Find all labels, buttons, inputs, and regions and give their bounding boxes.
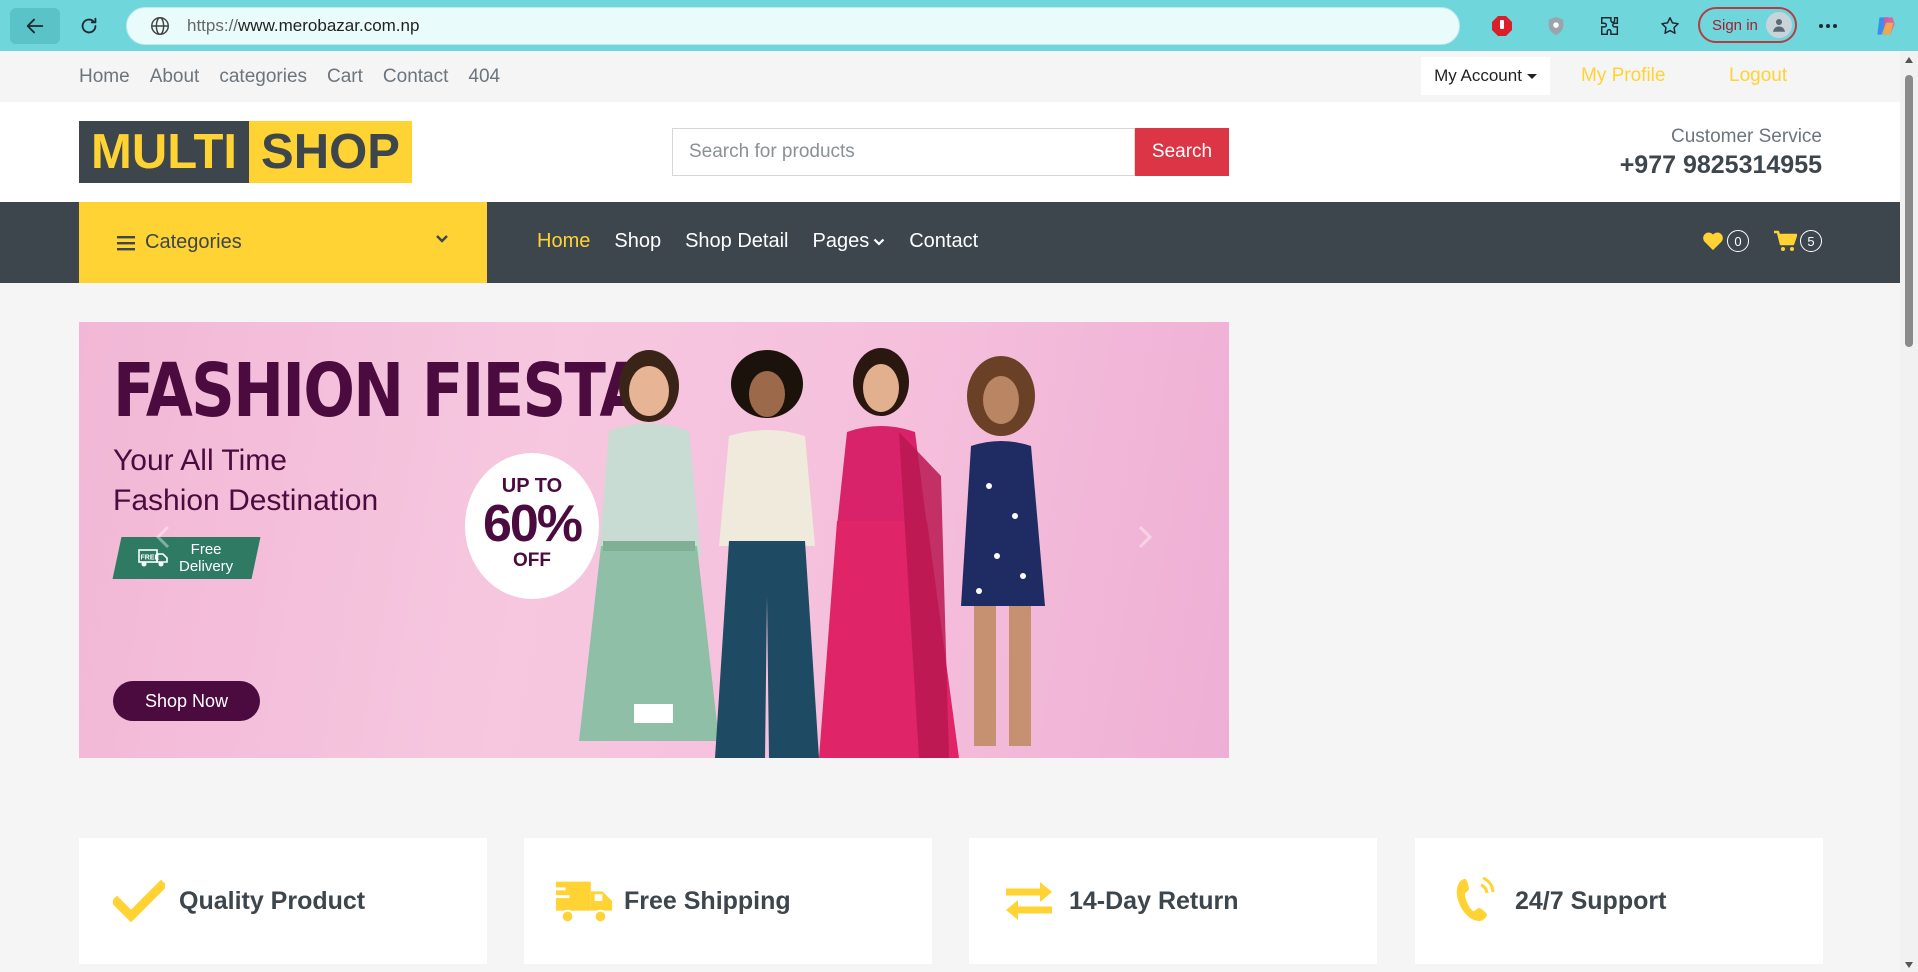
top-bar: Home About categories Cart Contact 404 M… bbox=[0, 51, 1900, 102]
chevron-down-icon bbox=[873, 238, 885, 246]
site-logo[interactable]: MULTI SHOP bbox=[79, 121, 412, 183]
top-links: Home About categories Cart Contact 404 bbox=[79, 66, 500, 88]
scroll-thumb[interactable] bbox=[1905, 75, 1913, 347]
avatar bbox=[1766, 12, 1792, 38]
feature-label: 14-Day Return bbox=[1069, 886, 1239, 915]
customer-service-label: Customer Service bbox=[1671, 126, 1822, 147]
banner-headline: FASHION FIESTA bbox=[113, 348, 647, 434]
phone-volume-icon bbox=[1456, 876, 1495, 921]
my-profile-link[interactable]: My Profile bbox=[1581, 65, 1665, 87]
favorites-icon[interactable] bbox=[1656, 12, 1684, 40]
chevron-down-icon bbox=[436, 235, 448, 243]
shop-now-button[interactable]: Shop Now bbox=[113, 681, 260, 721]
banner-subtitle-line1: Your All Time bbox=[113, 444, 287, 477]
reload-icon bbox=[81, 17, 97, 34]
sign-in-button[interactable]: Sign in bbox=[1698, 7, 1797, 43]
my-account-label: My Account bbox=[1434, 66, 1522, 85]
top-link-home[interactable]: Home bbox=[79, 66, 130, 88]
heart-icon bbox=[1703, 232, 1723, 251]
cart-link[interactable]: 5 bbox=[1773, 230, 1822, 252]
feature-free-shipping: Free Shipping bbox=[524, 838, 932, 964]
svg-text:FREE: FREE bbox=[141, 555, 160, 562]
categories-toggle[interactable]: Categories bbox=[79, 202, 487, 283]
carousel-indicator-active[interactable] bbox=[634, 704, 673, 723]
search-form: Search bbox=[672, 128, 1229, 176]
banner-subtitle: Your All Time Fashion Destination bbox=[113, 441, 378, 521]
shield-extension-icon[interactable] bbox=[1542, 12, 1570, 40]
scroll-up-arrow-icon[interactable] bbox=[1905, 57, 1913, 63]
more-options-icon[interactable] bbox=[1814, 12, 1842, 40]
feature-24-7-support: 24/7 Support bbox=[1415, 838, 1823, 964]
logout-link[interactable]: Logout bbox=[1729, 65, 1787, 87]
carousel-next-icon[interactable] bbox=[1129, 522, 1159, 552]
fashion-models-image bbox=[579, 348, 1045, 758]
check-icon bbox=[113, 880, 165, 922]
search-button[interactable]: Search bbox=[1135, 128, 1229, 176]
feature-14-day-return: 14-Day Return bbox=[969, 838, 1377, 964]
nav-link-shop[interactable]: Shop bbox=[614, 230, 661, 253]
feature-label: Quality Product bbox=[179, 886, 366, 915]
top-link-404[interactable]: 404 bbox=[468, 66, 500, 88]
scroll-down-arrow-icon[interactable] bbox=[1905, 962, 1913, 968]
wishlist-link[interactable]: 0 bbox=[1702, 230, 1749, 252]
logo-part-shop: SHOP bbox=[249, 121, 412, 183]
reload-button[interactable] bbox=[64, 8, 114, 44]
url-text: https://www.merobazar.com.np bbox=[187, 16, 420, 35]
nav-link-pages-label: Pages bbox=[812, 230, 870, 252]
user-icon bbox=[1773, 19, 1785, 32]
browser-toolbar: https://www.merobazar.com.np Sign in bbox=[0, 0, 1918, 51]
top-link-about[interactable]: About bbox=[150, 66, 200, 88]
arrow-left-icon bbox=[26, 18, 44, 34]
nav-link-shop-detail[interactable]: Shop Detail bbox=[685, 230, 788, 253]
nav-icons: 0 5 bbox=[1702, 230, 1822, 252]
customer-service-phone: +977 9825314955 bbox=[1619, 151, 1822, 179]
free-delivery-text: Free Delivery bbox=[179, 541, 234, 575]
caret-down-icon bbox=[1526, 73, 1537, 79]
free-delivery-badge: FREE Free Delivery bbox=[112, 537, 261, 579]
categories-label: Categories bbox=[145, 231, 242, 253]
feature-label: 24/7 Support bbox=[1515, 886, 1667, 915]
top-link-cart[interactable]: Cart bbox=[327, 66, 363, 88]
carousel-prev-icon[interactable] bbox=[149, 522, 179, 552]
bars-icon bbox=[117, 235, 135, 250]
page-scrollbar[interactable] bbox=[1900, 51, 1918, 972]
back-button[interactable] bbox=[10, 8, 60, 44]
customer-service: Customer Service +977 9825314955 bbox=[1620, 126, 1822, 180]
extensions-icon[interactable] bbox=[1596, 12, 1624, 40]
logo-part-multi: MULTI bbox=[79, 121, 250, 183]
exchange-arrows-icon bbox=[1006, 882, 1052, 920]
my-account-dropdown[interactable]: My Account bbox=[1421, 57, 1550, 95]
feature-label: Free Shipping bbox=[624, 886, 791, 915]
banner-subtitle-line2: Fashion Destination bbox=[113, 484, 379, 517]
feature-quality-product: Quality Product bbox=[79, 838, 487, 964]
main-nav-links: Home Shop Shop Detail Pages Contact bbox=[537, 230, 978, 253]
site-header: MULTI SHOP Search Customer Service +977 … bbox=[0, 102, 1900, 202]
top-link-contact[interactable]: Contact bbox=[383, 66, 448, 88]
shipping-truck-icon bbox=[554, 881, 613, 924]
adblock-extension-icon[interactable] bbox=[1488, 12, 1516, 40]
main-navbar: Categories Home Shop Shop Detail Pages C… bbox=[0, 202, 1900, 283]
top-link-categories[interactable]: categories bbox=[219, 66, 307, 88]
search-input[interactable] bbox=[672, 128, 1135, 176]
shopping-cart-icon bbox=[1774, 230, 1797, 251]
nav-link-home[interactable]: Home bbox=[537, 230, 590, 253]
globe-icon bbox=[151, 17, 169, 35]
wishlist-count-badge: 0 bbox=[1727, 230, 1749, 252]
nav-link-pages[interactable]: Pages bbox=[812, 230, 885, 253]
cart-count-badge: 5 bbox=[1800, 230, 1822, 252]
nav-link-contact[interactable]: Contact bbox=[909, 230, 978, 253]
address-bar[interactable]: https://www.merobazar.com.np bbox=[126, 7, 1460, 45]
copilot-icon[interactable] bbox=[1872, 12, 1900, 40]
hero-carousel[interactable]: FASHION FIESTA Your All Time Fashion Des… bbox=[79, 322, 1229, 758]
